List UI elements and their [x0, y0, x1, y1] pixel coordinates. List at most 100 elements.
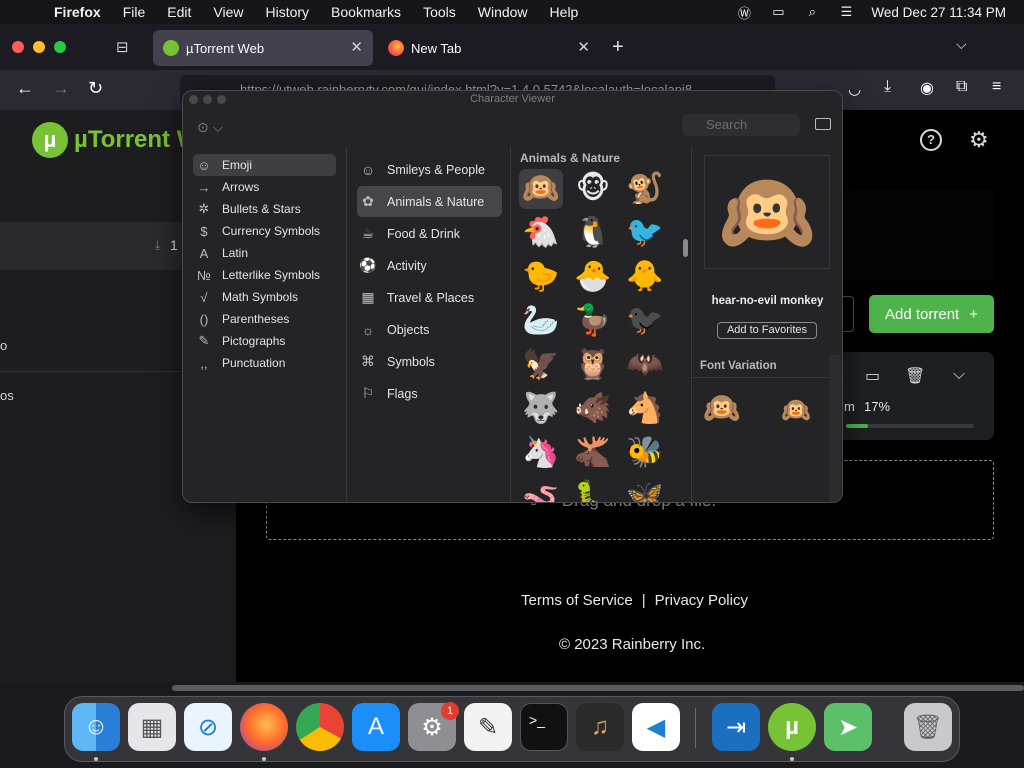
subcategory-travel-places[interactable]: ▦ Travel & Places [357, 282, 502, 313]
subcategory-objects[interactable]: ☼ Objects [357, 314, 502, 345]
emoji-cell[interactable]: 🐛 [571, 477, 615, 502]
tab-list-chevron-icon[interactable]: ⌵ [956, 36, 967, 53]
menu-history[interactable]: History [254, 4, 320, 20]
emoji-cell[interactable]: 🐴 [623, 389, 667, 429]
delete-trash-icon[interactable]: 🗑 [905, 366, 925, 386]
vscode-icon[interactable]: ◀ [632, 703, 680, 751]
emoji-cell[interactable]: 🐤 [519, 257, 563, 297]
cv-zoom-button[interactable] [217, 95, 226, 104]
app-store-icon[interactable]: A [352, 703, 400, 751]
emoji-cell[interactable]: 🙉 [519, 169, 563, 209]
emoji-cell[interactable]: 🐗 [571, 389, 615, 429]
menu-edit[interactable]: Edit [156, 4, 202, 20]
garageband-icon[interactable]: ♫ [576, 703, 624, 751]
category-letterlike-symbols[interactable]: № Letterlike Symbols [193, 264, 336, 286]
terms-link[interactable]: Terms of Service [521, 592, 633, 609]
textedit-icon[interactable]: ✎ [464, 703, 512, 751]
firefox-view-icon[interactable]: ⊟ [116, 38, 136, 56]
emoji-cell[interactable]: 🐦‍⬛ [623, 301, 667, 341]
trash-icon[interactable]: 🗑 [904, 703, 952, 751]
emoji-cell[interactable]: 🦅 [519, 345, 563, 385]
emoji-cell[interactable]: 🦉 [571, 345, 615, 385]
category-pictographs[interactable]: ✎ Pictographs [193, 330, 336, 352]
pocket-icon[interactable]: ◡ [848, 80, 861, 98]
subcategory-symbols[interactable]: ⌘ Symbols [357, 346, 502, 377]
forward-arrow-icon[interactable]: → [52, 78, 70, 99]
new-tab-plus-icon[interactable]: + [612, 36, 624, 59]
utorrent-icon[interactable]: µ [768, 703, 816, 751]
subcategory-food-drink[interactable]: ☕ Food & Drink [357, 218, 502, 249]
emoji-cell[interactable]: 🦢 [519, 301, 563, 341]
font-variation-item[interactable]: 🙉 [781, 396, 811, 425]
category-arrows[interactable]: → Arrows [193, 176, 336, 198]
emoji-cell[interactable]: 🐧 [571, 213, 615, 253]
tab-close-icon[interactable]: ✕ [350, 38, 363, 56]
category-parentheses[interactable]: () Parentheses [193, 308, 336, 330]
add-to-favorites-button[interactable]: Add to Favorites [717, 322, 817, 339]
menu-file[interactable]: File [112, 4, 157, 20]
menu-app-name[interactable]: Firefox [46, 4, 112, 20]
horizontal-scroll-thumb[interactable] [172, 685, 1024, 691]
wordpress-icon[interactable]: Ⓦ [735, 4, 753, 21]
expand-chevron-icon[interactable]: ⌵ [953, 366, 965, 384]
terminal-icon[interactable]: >_ [520, 703, 568, 751]
subcategory-smileys-people[interactable]: ☺ Smileys & People [357, 154, 502, 185]
emoji-cell[interactable]: 🐝 [623, 433, 667, 473]
emoji-cell[interactable]: 🐵 [571, 169, 615, 209]
window-close-button[interactable] [12, 41, 24, 53]
window-zoom-button[interactable] [54, 41, 66, 53]
open-folder-icon[interactable]: ▭ [865, 366, 880, 386]
privacy-link[interactable]: Privacy Policy [655, 592, 748, 609]
search-input[interactable]: Search [682, 114, 800, 136]
safari-icon[interactable]: ⊘ [184, 703, 232, 751]
firefox-icon[interactable] [240, 703, 288, 751]
app-menu-icon[interactable]: ≡ [992, 78, 1001, 96]
emoji-cell[interactable]: 🐦 [623, 213, 667, 253]
menu-view[interactable]: View [202, 4, 254, 20]
tab-close-icon[interactable]: ✕ [577, 38, 590, 56]
emoji-cell[interactable]: 🦇 [623, 345, 667, 385]
menu-bookmarks[interactable]: Bookmarks [320, 4, 412, 20]
reload-icon[interactable]: ↻ [88, 78, 103, 99]
emoji-cell[interactable]: 🐔 [519, 213, 563, 253]
emoji-cell[interactable]: 🐒 [623, 169, 667, 209]
options-ellipsis-icon[interactable]: ⊙ ⌵ [197, 119, 223, 136]
back-arrow-icon[interactable]: ← [16, 78, 34, 99]
subcategory-activity[interactable]: ⚽ Activity [357, 250, 502, 281]
emoji-cell[interactable]: 🐥 [623, 257, 667, 297]
tab-utorrent-web[interactable]: µTorrent Web ✕ [153, 30, 373, 66]
category-punctuation[interactable]: ,, Punctuation [193, 352, 336, 374]
spotlight-search-icon[interactable]: ⌕ [803, 4, 821, 20]
emoji-cell[interactable]: 🪱 [519, 477, 563, 502]
emoji-cell[interactable]: 🐺 [519, 389, 563, 429]
downloads-icon[interactable]: ⤓ [884, 78, 891, 96]
window-minimize-button[interactable] [33, 41, 45, 53]
menu-clock[interactable]: Wed Dec 27 11:34 PM [871, 5, 1006, 20]
menu-tools[interactable]: Tools [412, 4, 467, 20]
cv-minimize-button[interactable] [203, 95, 212, 104]
cv-close-button[interactable] [189, 95, 198, 104]
add-torrent-button[interactable]: Add torrent + [869, 295, 994, 333]
extensions-icon[interactable]: ⧉ [956, 78, 967, 96]
screen-mirror-icon[interactable]: ▭ [769, 4, 787, 20]
account-icon[interactable]: ◉ [920, 78, 934, 98]
collapse-view-icon[interactable] [815, 118, 831, 130]
subcategory-animals-nature[interactable]: ✿ Animals & Nature [357, 186, 502, 217]
help-icon[interactable]: ? [920, 129, 942, 151]
emoji-cell[interactable]: 🐣 [571, 257, 615, 297]
category-math-symbols[interactable]: √ Math Symbols [193, 286, 336, 308]
finder-icon[interactable]: ☺ [72, 703, 120, 751]
tab-new-tab[interactable]: New Tab ✕ [378, 30, 600, 66]
torrent-url-input[interactable] [842, 296, 854, 332]
control-center-icon[interactable]: ☰ [837, 4, 855, 20]
chrome-icon[interactable] [296, 703, 344, 751]
settings-gear-icon[interactable]: ⚙ [969, 127, 989, 153]
subcategory-flags[interactable]: ⚐ Flags [357, 378, 502, 409]
emoji-cell[interactable]: 🦆 [571, 301, 615, 341]
category-bullets-stars[interactable]: ✲ Bullets & Stars [193, 198, 336, 220]
migration-assistant-icon[interactable]: ⇥ [712, 703, 760, 751]
font-variation-item[interactable]: 🙉 [703, 391, 740, 426]
category-latin[interactable]: A Latin [193, 242, 336, 264]
menu-help[interactable]: Help [539, 4, 590, 20]
emoji-cell[interactable]: 🦄 [519, 433, 563, 473]
